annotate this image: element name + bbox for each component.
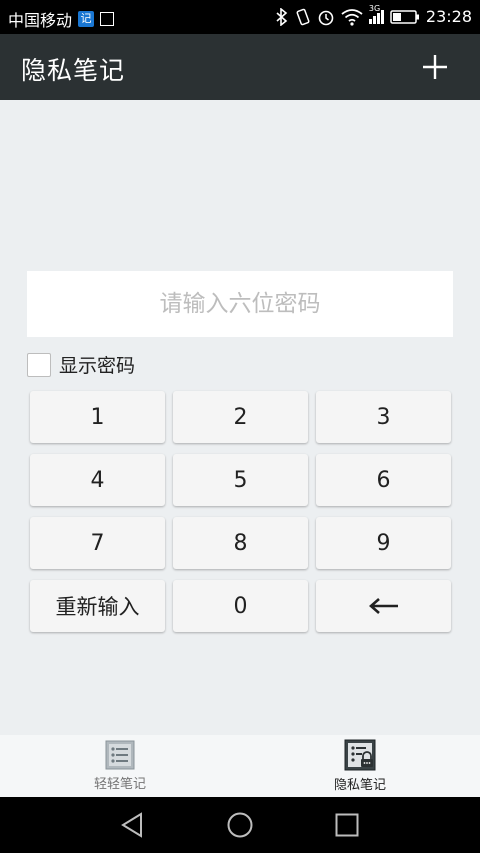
alarm-icon: [318, 10, 334, 25]
key-9[interactable]: 9: [316, 517, 451, 569]
page-title: 隐私笔记: [21, 56, 126, 85]
clock-label: 23:28: [425, 7, 472, 26]
password-input[interactable]: [27, 270, 453, 338]
key-2[interactable]: 2: [173, 391, 308, 443]
system-nav-bar: [0, 797, 480, 853]
key-3[interactable]: 3: [316, 391, 451, 443]
home-circle-icon[interactable]: [226, 811, 254, 839]
note-badge-icon: 记: [78, 11, 95, 27]
back-triangle-icon[interactable]: [119, 811, 147, 839]
app-bar: 隐私笔记: [0, 34, 480, 100]
nav-label: 轻轻笔记: [93, 777, 146, 792]
private-notes-icon: [344, 739, 376, 771]
bottom-nav: 轻轻笔记 隐私笔记: [0, 735, 480, 797]
vibrate-icon: [296, 8, 310, 25]
key-4[interactable]: 4: [30, 454, 165, 506]
lock-screen: 显示密码 1 2 3 4 5 6 7 8 9 重新输入 0: [0, 100, 480, 735]
battery-icon: [390, 9, 419, 24]
key-6[interactable]: 6: [316, 454, 451, 506]
key-1[interactable]: 1: [30, 391, 165, 443]
number-keypad: 1 2 3 4 5 6 7 8 9 重新输入 0: [30, 391, 451, 632]
notes-list-icon: [105, 740, 135, 770]
bluetooth-icon: [276, 7, 288, 26]
nav-item-light-notes[interactable]: 轻轻笔记: [0, 735, 240, 797]
network-type-label: 3G: [368, 3, 381, 13]
nav-label: 隐私笔记: [333, 778, 386, 793]
key-0[interactable]: 0: [173, 580, 308, 632]
key-7[interactable]: 7: [30, 517, 165, 569]
left-arrow-icon: [368, 598, 398, 614]
image-notification-icon: [100, 12, 115, 26]
key-8[interactable]: 8: [173, 517, 308, 569]
status-bar: 中国移动 记 3G 23:28: [0, 0, 480, 34]
show-password-checkbox[interactable]: [27, 352, 51, 377]
carrier-label: 中国移动: [8, 11, 73, 30]
recents-square-icon[interactable]: [333, 811, 361, 839]
signal-icon: 3G: [368, 4, 384, 24]
key-5[interactable]: 5: [173, 454, 308, 506]
nav-item-private-notes[interactable]: 隐私笔记: [240, 735, 480, 797]
password-box: [27, 270, 453, 338]
show-password-row[interactable]: 显示密码: [27, 351, 135, 378]
reset-input-button[interactable]: 重新输入: [30, 580, 165, 632]
backspace-button[interactable]: [316, 580, 451, 632]
wifi-icon: [341, 8, 363, 26]
plus-icon[interactable]: [422, 54, 448, 80]
show-password-label: 显示密码: [59, 355, 136, 377]
